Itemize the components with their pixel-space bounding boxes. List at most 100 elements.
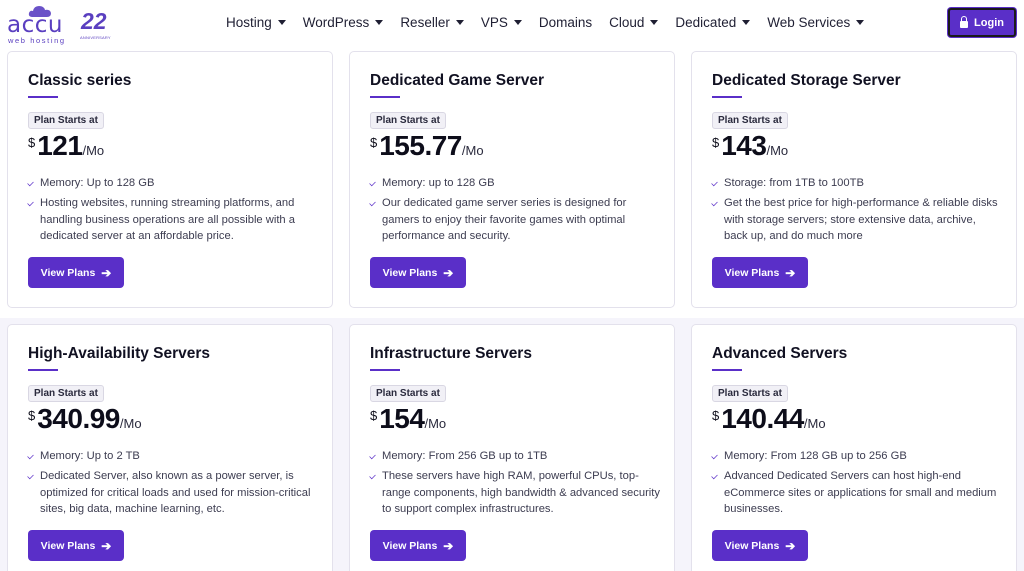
chevron-down-icon: [513, 20, 522, 25]
button-label: View Plans: [40, 539, 96, 552]
view-plans-button[interactable]: View Plans ➔: [28, 257, 124, 288]
check-icon: [369, 472, 376, 480]
plan-card-dedicated-game-server: Dedicated Game Server Plan Starts at $15…: [349, 51, 675, 308]
check-icon: [369, 452, 376, 460]
card-title: Classic series: [28, 72, 132, 89]
anniversary-label: ANNIVERSARY: [80, 35, 111, 40]
chevron-down-icon: [856, 20, 865, 25]
plan-card-classic-series: Classic series Plan Starts at $121/Mo Me…: [7, 51, 333, 308]
nav-item-label: WordPress: [302, 15, 370, 30]
feature-item: Our dedicated game server series is desi…: [369, 195, 660, 245]
price-currency: $: [370, 135, 378, 150]
check-icon: [369, 179, 376, 187]
feature-text: Memory: Up to 2 TB: [40, 450, 140, 462]
card-title: High-Availability Servers: [28, 345, 211, 362]
price-amount: 340.99: [37, 403, 120, 434]
price-period: /Mo: [119, 416, 142, 431]
nav-item-wordpress[interactable]: WordPress: [303, 15, 384, 30]
nav-item-dedicated[interactable]: Dedicated: [675, 15, 751, 30]
view-plans-button[interactable]: View Plans ➔: [370, 530, 466, 561]
anniversary-number: 22: [81, 8, 107, 34]
title-underline: [370, 369, 400, 371]
chevron-down-icon: [455, 20, 464, 25]
nav-item-cloud[interactable]: Cloud: [609, 15, 659, 30]
plan-card-dedicated-storage-server: Dedicated Storage Server Plan Starts at …: [691, 51, 1017, 308]
button-label: View Plans: [382, 539, 438, 552]
title-underline: [28, 369, 58, 371]
feature-item: Memory: From 128 GB up to 256 GB: [711, 448, 1002, 465]
arrow-right-icon: ➔: [443, 265, 454, 280]
card-title: Advanced Servers: [712, 345, 848, 362]
feature-item: These servers have high RAM, powerful CP…: [369, 468, 660, 518]
nav-item-hosting[interactable]: Hosting: [226, 15, 286, 30]
plan-starts-badge: Plan Starts at: [28, 385, 104, 402]
price-amount: 140.44: [721, 403, 804, 434]
logo-subtext: web hosting: [8, 36, 66, 45]
feature-text: Memory: up to 128 GB: [382, 177, 495, 189]
button-label: View Plans: [382, 266, 438, 279]
feature-text: These servers have high RAM, powerful CP…: [382, 470, 660, 515]
feature-text: Memory: From 256 GB up to 1TB: [382, 450, 548, 462]
feature-item: Get the best price for high-performance …: [711, 195, 1002, 245]
feature-text: Dedicated Server, also known as a power …: [40, 470, 311, 515]
nav-item-label: Reseller: [400, 15, 450, 30]
chevron-down-icon: [742, 20, 751, 25]
accuwebhosting-logo[interactable]: accu web hosting 22 ANNIVERSARY: [6, 4, 111, 45]
main-nav: Hosting WordPress Reseller VPS Domains C…: [226, 15, 881, 30]
check-icon: [27, 179, 34, 187]
card-title: Dedicated Storage Server: [712, 72, 901, 89]
feature-text: Storage: from 1TB to 100TB: [724, 177, 864, 189]
title-underline: [370, 96, 400, 98]
feature-text: Our dedicated game server series is desi…: [382, 197, 627, 242]
title-underline: [712, 96, 742, 98]
nav-item-reseller[interactable]: Reseller: [400, 15, 464, 30]
card-title: Dedicated Game Server: [370, 72, 545, 89]
nav-item-label: Dedicated: [675, 15, 737, 30]
price: $154/Mo: [370, 403, 446, 435]
price-period: /Mo: [82, 143, 105, 158]
view-plans-button[interactable]: View Plans ➔: [370, 257, 466, 288]
feature-item: Hosting websites, running streaming plat…: [27, 195, 318, 245]
feature-text: Advanced Dedicated Servers can host high…: [724, 470, 997, 515]
price-currency: $: [370, 408, 378, 423]
feature-text: Memory: From 128 GB up to 256 GB: [724, 450, 907, 462]
price-amount: 155.77: [379, 130, 462, 161]
title-underline: [28, 96, 58, 98]
plan-starts-badge: Plan Starts at: [712, 112, 788, 129]
check-icon: [27, 452, 34, 460]
feature-item: Storage: from 1TB to 100TB: [711, 175, 1002, 192]
nav-item-label: VPS: [480, 15, 508, 30]
plan-card-high-availability-servers: High-Availability Servers Plan Starts at…: [7, 324, 333, 571]
nav-item-label: Cloud: [609, 15, 645, 30]
price-period: /Mo: [424, 416, 447, 431]
arrow-right-icon: ➔: [785, 538, 796, 553]
card-title: Infrastructure Servers: [370, 345, 532, 362]
price-currency: $: [712, 135, 720, 150]
check-icon: [369, 199, 376, 207]
title-underline: [712, 369, 742, 371]
nav-item-domains[interactable]: Domains: [539, 15, 592, 30]
feature-text: Hosting websites, running streaming plat…: [40, 197, 295, 242]
view-plans-button[interactable]: View Plans ➔: [712, 530, 808, 561]
button-label: View Plans: [724, 266, 780, 279]
check-icon: [711, 472, 718, 480]
arrow-right-icon: ➔: [443, 538, 454, 553]
plan-starts-badge: Plan Starts at: [370, 385, 446, 402]
nav-item-web-services[interactable]: Web Services: [767, 15, 865, 30]
nav-item-vps[interactable]: VPS: [481, 15, 522, 30]
view-plans-button[interactable]: View Plans ➔: [28, 530, 124, 561]
chevron-down-icon: [650, 20, 659, 25]
price: $143/Mo: [712, 130, 788, 162]
arrow-right-icon: ➔: [785, 265, 796, 280]
feature-item: Memory: Up to 128 GB: [27, 175, 318, 192]
logo-text: accu: [7, 12, 63, 38]
button-label: View Plans: [40, 266, 96, 279]
feature-text: Get the best price for high-performance …: [724, 197, 998, 242]
arrow-right-icon: ➔: [101, 265, 112, 280]
plan-starts-badge: Plan Starts at: [370, 112, 446, 129]
check-icon: [711, 199, 718, 207]
price: $121/Mo: [28, 130, 104, 162]
view-plans-button[interactable]: View Plans ➔: [712, 257, 808, 288]
login-button[interactable]: Login: [948, 8, 1016, 37]
nav-item-label: Domains: [538, 15, 593, 30]
